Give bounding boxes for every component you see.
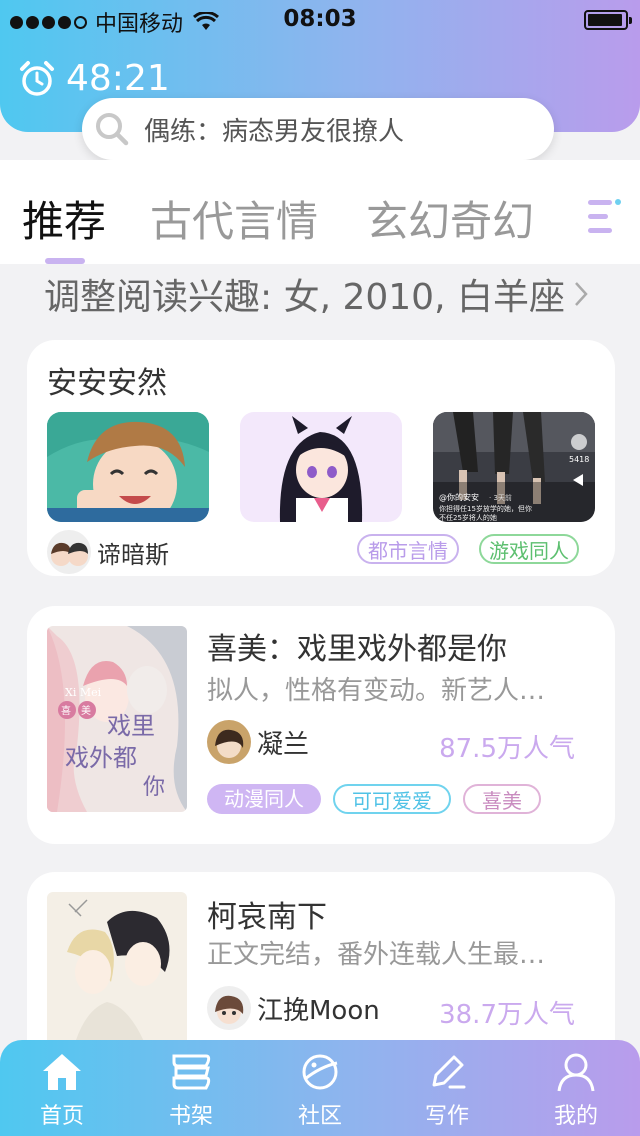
book-popularity: 38.7万人气 — [439, 1000, 575, 1030]
avatar — [47, 530, 91, 574]
nav-home[interactable]: 首页 — [22, 1050, 102, 1130]
book-author-name: 江挽Moon — [257, 995, 380, 1026]
pen-icon — [407, 1050, 487, 1094]
avatar — [207, 720, 251, 764]
anime-boy-thumbnail[interactable] — [47, 412, 209, 522]
video-overlay-user: @你的安安 — [439, 492, 479, 502]
tag-game-fanfic[interactable]: 游戏同人 — [479, 534, 579, 564]
nav-community-label: 社区 — [297, 1104, 342, 1129]
video-thumbnail[interactable]: @你的安安 · 3天前 你担得任15岁放学的她，但你 不任25岁将人的她 541… — [433, 412, 595, 522]
search-bar[interactable]: 偶练：病态男友很撩人 — [82, 98, 554, 160]
svg-text:喜: 喜 — [61, 704, 71, 717]
svg-text:美: 美 — [81, 704, 91, 717]
author-card[interactable]: 安安安然 @你的安安 · 3天前 你担得任15岁放学的她，但你 不任25岁将人的… — [27, 340, 615, 576]
nav-profile[interactable]: 我的 — [536, 1050, 616, 1130]
status-bar: 中国移动 08:03 — [0, 0, 640, 40]
category-tabs: 推荐 古代言情 玄幻奇幻 — [0, 188, 640, 248]
nav-home-label: 首页 — [39, 1104, 84, 1129]
tab-recommend[interactable]: 推荐 — [22, 188, 106, 249]
book-card[interactable]: Xi Mei 喜 美 戏里 戏外都 你 喜美：戏里戏外都是你 拟人，性格有变动。… — [27, 606, 615, 844]
tag-ximei[interactable]: 喜美 — [463, 784, 541, 814]
svg-text:戏外都: 戏外都 — [65, 744, 137, 772]
author-card-title: 安安安然 — [47, 366, 167, 401]
anime-girl-thumbnail[interactable] — [240, 412, 402, 522]
tag-anime-fanfic[interactable]: 动漫同人 — [207, 784, 321, 814]
nav-profile-label: 我的 — [553, 1104, 598, 1129]
svg-text:Xi Mei: Xi Mei — [65, 686, 102, 699]
svg-text:戏里: 戏里 — [107, 712, 155, 740]
tab-fantasy[interactable]: 玄幻奇幻 — [366, 188, 534, 249]
bottom-navigation: 首页 书架 社区 写作 我的 — [0, 1040, 640, 1136]
book-description: 正文完结，番外连载人生最… — [207, 940, 546, 970]
svg-text:你: 你 — [143, 775, 165, 800]
chevron-right-icon — [575, 282, 588, 306]
video-overlay-time: · 3天前 — [489, 493, 512, 502]
author-user[interactable]: 谛暗斯 — [47, 530, 169, 574]
search-icon — [94, 111, 130, 147]
book-author[interactable]: 江挽Moon — [207, 986, 380, 1030]
clock: 08:03 — [283, 6, 357, 32]
user-icon — [536, 1050, 616, 1094]
book-description: 拟人，性格有变动。新艺人… — [207, 676, 546, 706]
video-like-count: 5418 — [569, 455, 589, 464]
nav-write[interactable]: 写作 — [407, 1050, 487, 1130]
bookshelf-icon — [151, 1050, 231, 1094]
interest-text: 调整阅读兴趣: 女, 2010, 白羊座 — [44, 277, 565, 318]
book-popularity: 87.5万人气 — [439, 734, 575, 764]
video-overlay-text-2: 不任25岁将人的她 — [439, 513, 497, 522]
tag-cute[interactable]: 可可爱爱 — [333, 784, 451, 814]
book-cover: Xi Mei 喜 美 戏里 戏外都 你 — [47, 626, 187, 812]
tab-ancient-romance[interactable]: 古代言情 — [150, 188, 318, 249]
nav-bookshelf[interactable]: 书架 — [151, 1050, 231, 1130]
author-user-name: 谛暗斯 — [97, 540, 169, 569]
tag-urban-romance[interactable]: 都市言情 — [357, 534, 459, 564]
book-title[interactable]: 柯哀南下 — [207, 892, 327, 936]
interest-settings-link[interactable]: 调整阅读兴趣: 女, 2010, 白羊座 — [44, 268, 634, 320]
nav-community[interactable]: 社区 — [280, 1050, 360, 1130]
timer-value: 48:21 — [66, 58, 170, 99]
book-title[interactable]: 喜美：戏里戏外都是你 — [207, 624, 507, 668]
search-placeholder: 偶练：病态男友很撩人 — [144, 116, 405, 147]
nav-bookshelf-label: 书架 — [168, 1104, 213, 1129]
nav-write-label: 写作 — [424, 1104, 469, 1129]
battery-icon — [584, 10, 632, 30]
active-tab-indicator — [45, 258, 85, 264]
book-author[interactable]: 凝兰 — [207, 720, 309, 764]
avatar — [207, 986, 251, 1030]
alarm-clock-icon — [20, 60, 54, 96]
home-icon — [22, 1050, 102, 1094]
reading-timer[interactable]: 48:21 — [18, 58, 170, 99]
book-author-name: 凝兰 — [257, 729, 310, 760]
category-menu-icon[interactable] — [582, 196, 640, 244]
video-overlay-text-1: 你担得任15岁放学的她，但你 — [439, 504, 532, 513]
planet-icon — [280, 1050, 360, 1094]
